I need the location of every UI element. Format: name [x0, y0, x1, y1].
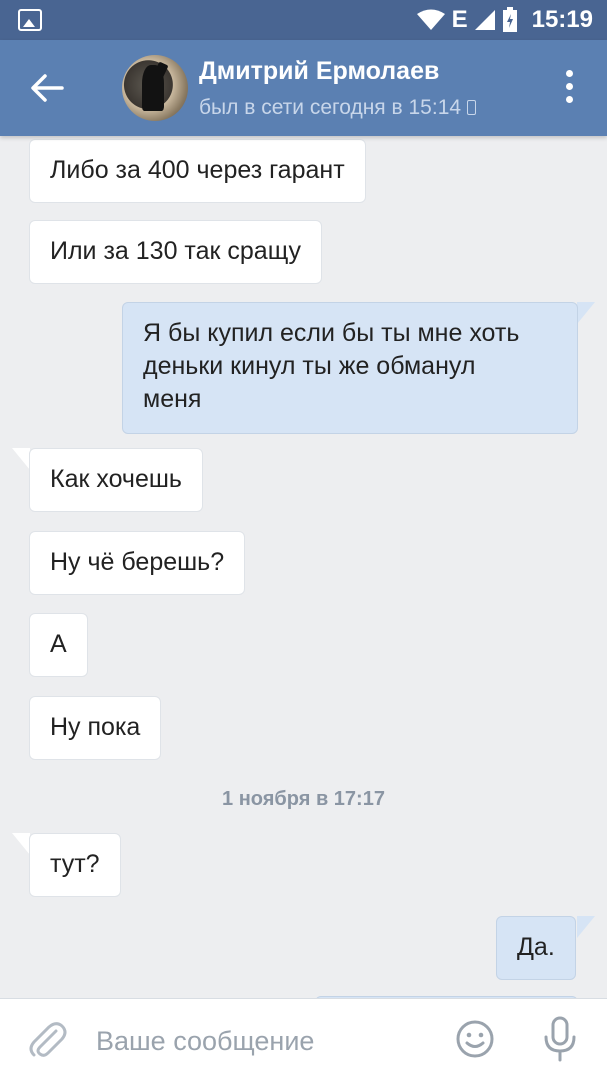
clock-time: 15:19: [531, 6, 593, 33]
network-type-label: E: [451, 6, 468, 33]
back-arrow-icon[interactable]: [24, 66, 68, 110]
message-list[interactable]: Либо за 400 через гарант Или за 130 так …: [0, 136, 607, 998]
incoming-message[interactable]: Или за 130 так сращу: [29, 220, 323, 284]
microphone-icon[interactable]: [540, 1015, 580, 1063]
message-text-line: меня: [143, 385, 202, 413]
image-notification-icon: [18, 9, 42, 31]
incoming-message[interactable]: тут?: [29, 833, 121, 897]
avatar[interactable]: [122, 55, 188, 121]
message-tail: [12, 448, 30, 470]
more-vertical-icon[interactable]: [561, 70, 579, 106]
last-seen-text: был в сети сегодня в 15:14: [199, 96, 462, 119]
message-text: А: [50, 630, 67, 658]
message-text: Как хочешь: [50, 465, 182, 493]
message-text: Или за 130 так сращу: [50, 237, 302, 265]
attach-paperclip-icon[interactable]: [26, 1019, 68, 1061]
message-text: тут?: [50, 850, 100, 878]
message-text-line: деньки кинул ты же обманул: [143, 352, 476, 380]
message-text: Да.: [517, 933, 555, 961]
message-text-line: Я бы купил если бы ты мне хоть: [143, 319, 520, 347]
status-icons: E 15:19: [416, 6, 593, 34]
incoming-message[interactable]: Ну чё берешь?: [29, 531, 246, 595]
message-text: Либо за 400 через гарант: [50, 156, 345, 184]
incoming-message[interactable]: Ну пока: [29, 696, 162, 760]
message-composer: [0, 998, 607, 1080]
signal-icon: [474, 10, 495, 30]
contact-name[interactable]: Дмитрий Ермолаев: [199, 57, 439, 86]
message-text: Ну чё берешь?: [50, 548, 225, 576]
emoji-smile-icon[interactable]: [455, 1019, 495, 1059]
mobile-phone-icon: [467, 100, 477, 115]
message-input[interactable]: [96, 1023, 426, 1059]
incoming-message[interactable]: А: [29, 613, 88, 677]
message-text: Ну пока: [50, 713, 141, 741]
message-tail: [577, 916, 595, 938]
status-bar: E 15:19: [0, 0, 607, 40]
wifi-icon: [416, 9, 445, 30]
outgoing-message[interactable]: Я бы купил если бы ты мне хоть деньки ки…: [122, 302, 578, 434]
last-seen-status: был в сети сегодня в 15:14: [199, 96, 477, 120]
message-tail: [577, 302, 595, 324]
chat-header: Дмитрий Ермолаев был в сети сегодня в 15…: [0, 40, 607, 136]
outgoing-message[interactable]: Да.: [496, 916, 576, 980]
incoming-message[interactable]: Либо за 400 через гарант: [29, 139, 366, 203]
incoming-message[interactable]: Как хочешь: [29, 448, 203, 512]
date-separator: 1 ноября в 17:17: [222, 788, 385, 810]
battery-icon: [502, 7, 517, 32]
message-tail: [12, 833, 30, 855]
